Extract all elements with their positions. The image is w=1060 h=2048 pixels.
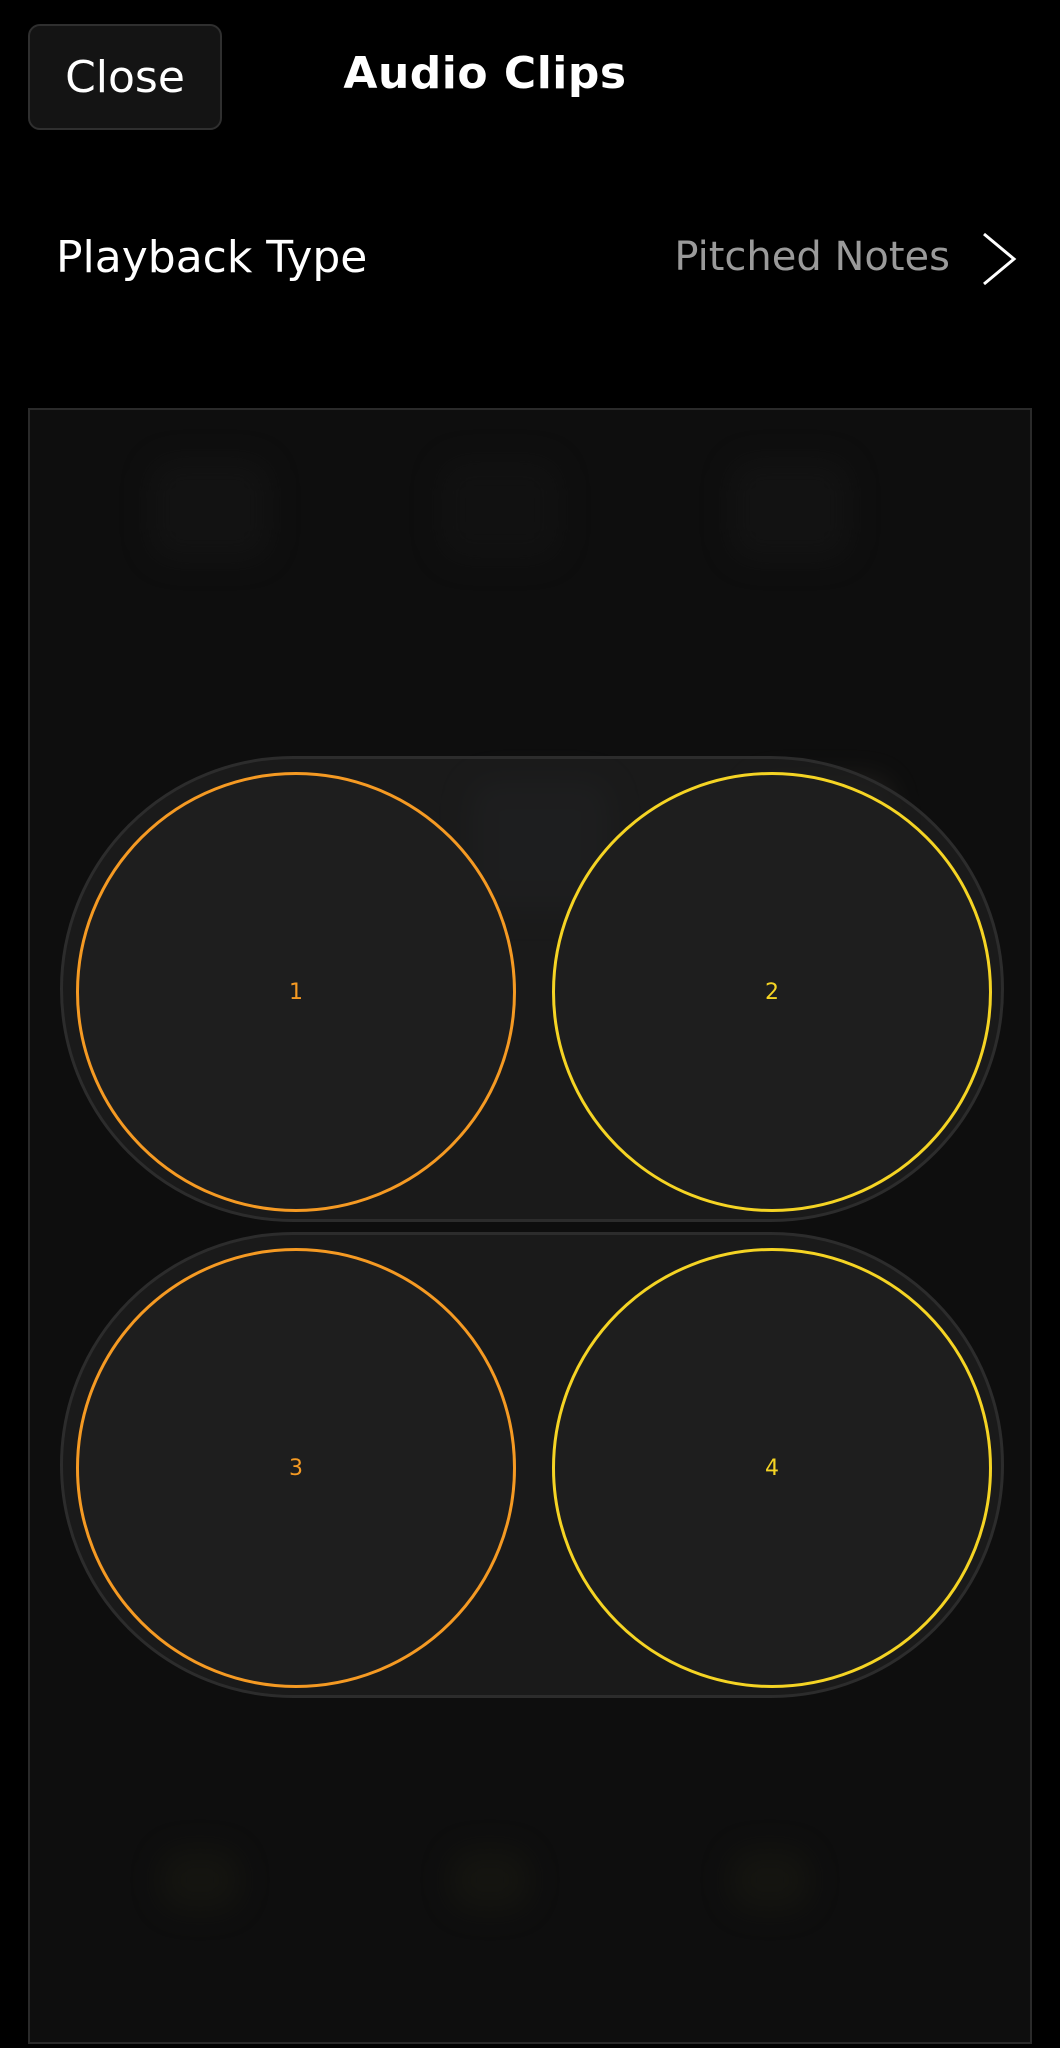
page-title-text: Audio Clips <box>343 48 627 99</box>
background-tile <box>160 1850 240 1910</box>
pad-3[interactable]: 3 <box>76 1248 516 1688</box>
background-tile <box>730 460 850 560</box>
background-tile <box>730 1850 810 1910</box>
pad-3-label: 3 <box>289 1455 303 1481</box>
pad-2-label: 2 <box>765 979 779 1005</box>
playback-type-value: Pitched Notes <box>674 234 950 280</box>
pad-1[interactable]: 1 <box>76 772 516 1212</box>
pad-row-1: 1 2 <box>60 756 1004 1222</box>
page-title: Audio Clips <box>0 48 1060 99</box>
pad-1-label: 1 <box>289 979 303 1005</box>
pad-4[interactable]: 4 <box>552 1248 992 1688</box>
chevron-right-icon <box>983 232 1017 286</box>
background-tile <box>450 1850 530 1910</box>
playback-type-label: Playback Type <box>56 232 368 283</box>
background-tile <box>440 460 560 560</box>
header-bar: Close Audio Clips <box>0 0 1060 160</box>
pad-panel: 1 2 3 4 <box>28 408 1032 2044</box>
pad-4-label: 4 <box>765 1455 779 1481</box>
pad-2[interactable]: 2 <box>552 772 992 1212</box>
pad-row-2: 3 4 <box>60 1232 1004 1698</box>
playback-type-row[interactable]: Playback Type Pitched Notes <box>0 220 1060 300</box>
background-tile <box>150 460 270 560</box>
